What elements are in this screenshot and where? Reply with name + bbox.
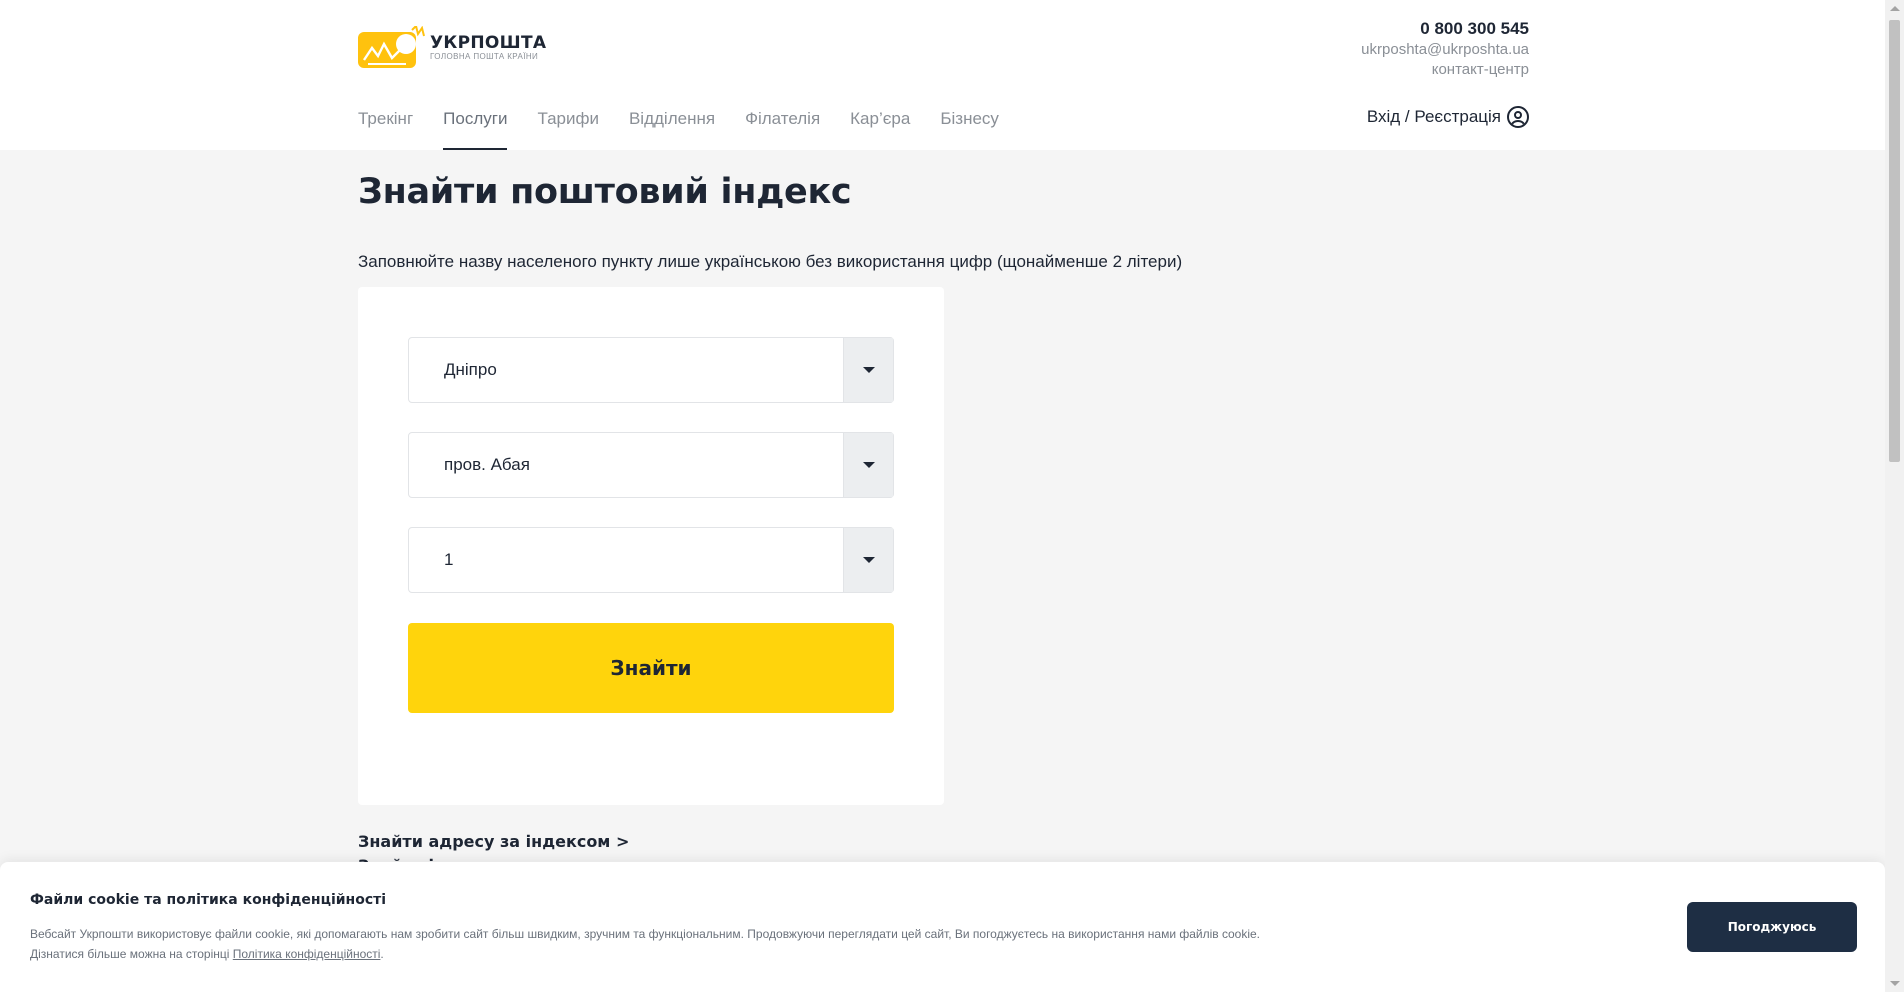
main-nav: Трекінг Послуги Тарифи Відділення Філате… bbox=[358, 106, 1029, 150]
house-field-value: 1 bbox=[444, 550, 454, 569]
house-field[interactable]: 1 bbox=[408, 527, 894, 593]
privacy-policy-link[interactable]: Політика конфіденційності bbox=[233, 947, 381, 961]
find-address-by-index-link[interactable]: Знайти адресу за індексом > bbox=[358, 832, 629, 851]
search-hint: Заповнюйте назву населеного пункту лише … bbox=[358, 252, 1183, 271]
nav-item-tariffs[interactable]: Тарифи bbox=[537, 106, 599, 150]
cookie-text-prefix: Дізнатися більше можна на сторінці bbox=[30, 947, 233, 961]
nav-item-career[interactable]: Кар’єра bbox=[850, 106, 910, 150]
accept-cookies-button[interactable]: Погоджуюсь bbox=[1687, 902, 1857, 952]
logo-title: УКРПОШТА bbox=[430, 33, 547, 53]
cookie-title: Файли cookie та політика конфіденційност… bbox=[30, 892, 387, 908]
contact-block: 0 800 300 545 ukrposhta@ukrposhta.ua кон… bbox=[1229, 18, 1529, 80]
page-title: Знайти поштовий індекс bbox=[358, 172, 852, 212]
nav-item-branches[interactable]: Відділення bbox=[629, 106, 715, 150]
user-icon bbox=[1507, 106, 1529, 128]
house-dropdown-toggle[interactable] bbox=[843, 528, 893, 592]
login-link[interactable]: Вхід / Реєстрація bbox=[1367, 106, 1529, 128]
scroll-down-icon[interactable] bbox=[1890, 981, 1900, 986]
scrollbar-thumb[interactable] bbox=[1889, 20, 1900, 462]
scroll-up-icon[interactable] bbox=[1890, 6, 1900, 11]
cookie-text-line2: Дізнатися більше можна на сторінці Політ… bbox=[30, 944, 1370, 964]
logo-subtitle: ГОЛОВНА ПОШТА КРАЇНИ bbox=[430, 52, 539, 61]
city-field[interactable]: Дніпро bbox=[408, 337, 894, 403]
find-button[interactable]: Знайти bbox=[408, 623, 894, 713]
street-field[interactable]: пров. Абая bbox=[408, 432, 894, 498]
street-field-value: пров. Абая bbox=[444, 455, 530, 474]
contact-center-label: контакт-центр bbox=[1431, 61, 1529, 78]
cookie-text-suffix: . bbox=[380, 947, 384, 961]
cookie-text-line1: Вебсайт Укрпошти використовує файли cook… bbox=[30, 927, 1261, 941]
nav-item-services[interactable]: Послуги bbox=[443, 106, 508, 150]
cookie-banner: Файли cookie та політика конфіденційност… bbox=[0, 862, 1885, 992]
login-label: Вхід / Реєстрація bbox=[1366, 107, 1501, 126]
contact-email[interactable]: ukrposhta@ukrposhta.ua bbox=[1229, 40, 1529, 60]
site-header: УКРПОШТА ГОЛОВНА ПОШТА КРАЇНИ 0 800 300 … bbox=[0, 0, 1885, 150]
postcode-search-card: Дніпро пров. Абая 1 Знайти bbox=[358, 287, 944, 805]
nav-item-business[interactable]: Бізнесу bbox=[940, 106, 999, 150]
street-dropdown-toggle[interactable] bbox=[843, 433, 893, 497]
logo-mark-icon bbox=[358, 24, 426, 70]
page-scrollbar[interactable] bbox=[1885, 0, 1904, 992]
contact-phone[interactable]: 0 800 300 545 bbox=[1229, 18, 1529, 40]
city-field-value: Дніпро bbox=[444, 360, 497, 379]
chevron-down-icon bbox=[862, 557, 875, 563]
chevron-down-icon bbox=[862, 462, 875, 468]
nav-item-tracking[interactable]: Трекінг bbox=[358, 106, 413, 150]
chevron-down-icon bbox=[862, 367, 875, 373]
cookie-text: Вебсайт Укрпошти використовує файли cook… bbox=[30, 924, 1370, 964]
ukrposhta-logo[interactable]: УКРПОШТА ГОЛОВНА ПОШТА КРАЇНИ bbox=[358, 24, 548, 70]
nav-item-philately[interactable]: Філателія bbox=[745, 106, 820, 150]
logo-wordmark: УКРПОШТА ГОЛОВНА ПОШТА КРАЇНИ bbox=[430, 34, 546, 62]
city-dropdown-toggle[interactable] bbox=[843, 338, 893, 402]
